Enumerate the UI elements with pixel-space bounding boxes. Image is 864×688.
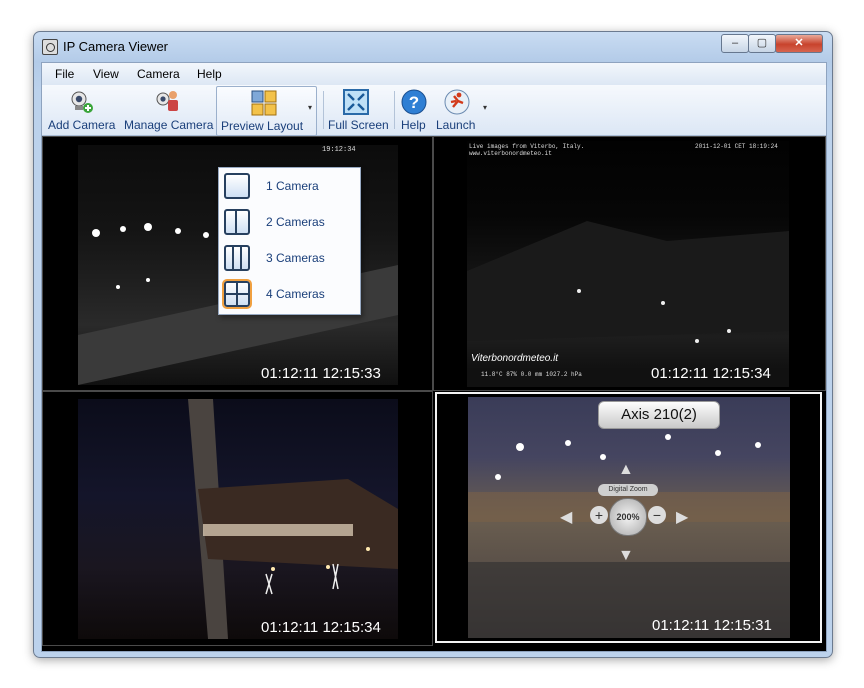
manage-camera-icon xyxy=(156,91,178,111)
menu-camera[interactable]: Camera xyxy=(137,67,180,81)
pan-left-arrow-icon[interactable]: ◀ xyxy=(560,507,572,527)
single-pane-layout-icon xyxy=(224,173,250,199)
layout-option-2-cameras[interactable]: 2 Cameras xyxy=(222,207,356,239)
help-button[interactable]: ? Help xyxy=(397,86,431,134)
launch-icon xyxy=(444,89,470,115)
menu-bar: File View Camera Help xyxy=(42,63,826,85)
two-pane-layout-icon xyxy=(224,209,250,235)
app-window: IP Camera Viewer – ▢ ✕ File View Camera … xyxy=(33,31,833,658)
full-screen-label: Full Screen xyxy=(328,118,389,132)
launch-dropdown-arrow-icon[interactable]: ▾ xyxy=(483,103,487,112)
three-pane-layout-icon xyxy=(224,245,250,271)
preview-layout-menu: 1 Camera 2 Cameras 3 Cameras 4 Cameras xyxy=(218,167,361,315)
camera-feed-4: Axis 210(2) ▲ ▼ ◀ ▶ Digital Zoom + − 200… xyxy=(468,397,790,638)
pan-up-arrow-icon[interactable]: ▲ xyxy=(618,461,634,479)
manage-camera-label: Manage Camera xyxy=(124,118,214,132)
menu-help[interactable]: Help xyxy=(197,67,222,81)
digital-zoom-label: Digital Zoom xyxy=(598,484,658,496)
menu-file[interactable]: File xyxy=(55,67,74,81)
preview-layout-icon xyxy=(251,90,277,116)
preview-layout-label: Preview Layout xyxy=(221,119,304,133)
camera-view-2[interactable]: Live images from Viterbo, Italy. www.vit… xyxy=(433,136,826,391)
minimize-button[interactable]: – xyxy=(721,34,749,53)
svg-text:?: ? xyxy=(409,93,419,112)
building-night-scene-image xyxy=(188,399,398,639)
add-camera-label: Add Camera xyxy=(48,118,116,132)
pan-right-arrow-icon[interactable]: ▶ xyxy=(676,507,688,527)
toolbar-separator xyxy=(394,91,395,129)
full-screen-icon xyxy=(343,89,369,115)
toolbar: Add Camera Manage Camera Preview Layout … xyxy=(42,85,826,136)
layout-option-label: 2 Cameras xyxy=(266,215,325,229)
camera-1-header-right: 19:12:34 xyxy=(322,146,356,154)
zoom-level-indicator: 200% xyxy=(609,498,647,536)
camera-feed-3: 01:12:11 12:15:34 xyxy=(78,399,398,639)
window-title: IP Camera Viewer xyxy=(63,39,169,54)
close-button[interactable]: ✕ xyxy=(775,34,823,53)
camera-2-weather-stats: 11.8°C 87% 0.0 mm 1027.2 hPa xyxy=(481,371,582,378)
preview-layout-button[interactable]: Preview Layout xyxy=(216,86,317,136)
camera-4-timestamp: 01:12:11 12:15:31 xyxy=(652,617,772,634)
camera-feed-2: Live images from Viterbo, Italy. www.vit… xyxy=(467,141,789,387)
layout-option-3-cameras[interactable]: 3 Cameras xyxy=(222,243,356,275)
client-area: File View Camera Help Add Camera Manage … xyxy=(41,62,827,652)
launch-button[interactable]: Launch xyxy=(434,86,480,134)
camera-view-3[interactable]: 01:12:11 12:15:34 xyxy=(42,391,433,646)
camera-view-4-selected[interactable]: Axis 210(2) ▲ ▼ ◀ ▶ Digital Zoom + − 200… xyxy=(435,392,822,643)
camera-2-watermark: Viterbonordmeteo.it xyxy=(471,353,559,364)
menu-view[interactable]: View xyxy=(93,67,119,81)
camera-1-timestamp: 01:12:11 12:15:33 xyxy=(261,365,381,382)
pan-down-arrow-icon[interactable]: ▼ xyxy=(618,547,634,565)
full-screen-button[interactable]: Full Screen xyxy=(326,86,389,134)
camera-grid: 01:12:11 12:15:33 19:12:34 Live images f… xyxy=(42,136,826,651)
add-camera-icon xyxy=(71,91,93,113)
toolbar-separator xyxy=(323,91,324,129)
layout-option-label: 3 Cameras xyxy=(266,251,325,265)
camera-viewer-app-icon[interactable] xyxy=(42,39,58,55)
four-pane-layout-icon xyxy=(222,279,252,309)
camera-3-timestamp: 01:12:11 12:15:34 xyxy=(261,619,381,636)
viterbo-night-scene-image xyxy=(467,221,789,387)
manage-camera-button[interactable]: Manage Camera xyxy=(122,86,214,134)
zoom-in-button[interactable]: + xyxy=(590,506,608,524)
camera-2-timestamp: 01:12:11 12:15:34 xyxy=(651,365,771,382)
layout-option-label: 4 Cameras xyxy=(266,287,325,301)
layout-option-label: 1 Camera xyxy=(266,179,319,193)
help-label: Help xyxy=(401,118,426,132)
add-camera-button[interactable]: Add Camera xyxy=(44,86,120,134)
layout-option-4-cameras[interactable]: 4 Cameras xyxy=(222,279,356,311)
maximize-button[interactable]: ▢ xyxy=(748,34,776,53)
preview-layout-dropdown-arrow-icon[interactable]: ▾ xyxy=(308,103,312,112)
zoom-out-button[interactable]: − xyxy=(648,506,666,524)
layout-option-1-camera[interactable]: 1 Camera xyxy=(222,171,356,203)
help-icon: ? xyxy=(401,89,427,115)
ptz-camera-title: Axis 210(2) xyxy=(598,401,720,429)
title-bar[interactable]: IP Camera Viewer – ▢ ✕ xyxy=(34,32,832,62)
launch-label: Launch xyxy=(436,118,476,132)
